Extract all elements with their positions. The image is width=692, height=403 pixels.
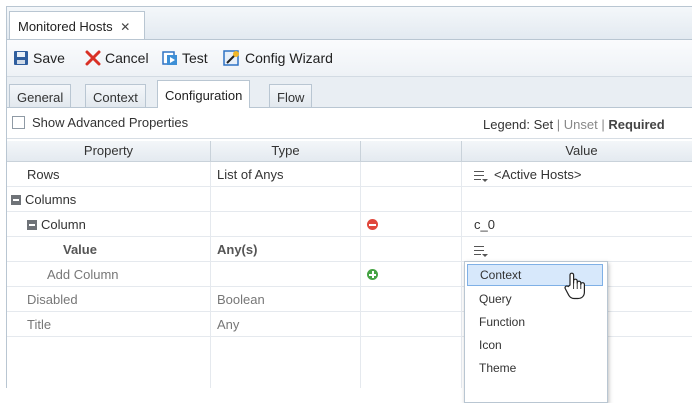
property-name: Add Column xyxy=(7,262,211,287)
editor-tab-strip: General Context Configuration Flow xyxy=(7,77,692,108)
tab-configuration[interactable]: Configuration xyxy=(157,80,251,108)
legend-prefix: Legend: xyxy=(483,117,530,132)
property-type: List of Anys xyxy=(211,162,361,187)
property-type: Boolean xyxy=(211,287,361,312)
legend-separator: | xyxy=(601,117,605,132)
legend-unset: Unset xyxy=(563,117,598,132)
value-cell[interactable] xyxy=(462,237,692,262)
tab-context[interactable]: Context xyxy=(85,84,146,107)
monitored-hosts-tab[interactable]: Monitored Hosts ✕ xyxy=(9,11,145,39)
collapse-icon[interactable] xyxy=(27,219,37,230)
table-row[interactable]: Columns xyxy=(7,187,692,212)
property-type: Any xyxy=(211,312,361,337)
tab-flow[interactable]: Flow xyxy=(269,84,313,107)
test-label: Test xyxy=(182,50,208,66)
row-action-cell xyxy=(361,187,462,212)
empty-cell xyxy=(361,337,462,388)
property-type xyxy=(211,187,361,212)
document-tab-bar: Monitored Hosts ✕ xyxy=(7,7,692,40)
save-label: Save xyxy=(33,50,65,66)
value-cell[interactable] xyxy=(462,187,692,212)
property-type xyxy=(211,212,361,237)
wizard-icon xyxy=(223,50,241,66)
empty-cell xyxy=(7,337,211,388)
grid-header: Property Type Value xyxy=(7,141,692,162)
config-wizard-button[interactable]: Config Wizard xyxy=(223,48,333,68)
property-name: Value xyxy=(7,237,211,262)
row-action-cell xyxy=(361,262,462,287)
legend-required: Required xyxy=(608,117,665,132)
save-button[interactable]: Save xyxy=(13,48,65,68)
value-source-menu-icon[interactable] xyxy=(474,245,488,257)
action-column-header xyxy=(361,141,462,161)
tab-title: Monitored Hosts xyxy=(18,19,113,34)
value-column-header[interactable]: Value xyxy=(462,141,692,161)
row-action-cell xyxy=(361,162,462,187)
row-action-cell xyxy=(361,237,462,262)
test-run-icon xyxy=(162,50,178,66)
row-action-cell xyxy=(361,287,462,312)
legend: Legend: Set | Unset | Required xyxy=(483,117,665,132)
property-name: Column xyxy=(41,217,86,232)
value-text: <Active Hosts> xyxy=(494,167,582,182)
value-cell[interactable]: c_0 xyxy=(462,212,692,237)
close-tab-icon[interactable]: ✕ xyxy=(120,20,130,34)
collapse-icon[interactable] xyxy=(11,194,21,205)
property-name: Rows xyxy=(7,162,211,187)
test-button[interactable]: Test xyxy=(162,48,208,68)
empty-cell xyxy=(211,337,361,388)
table-row[interactable]: Rows List of Anys <Active Hosts> xyxy=(7,162,692,187)
menu-item-theme[interactable]: Theme xyxy=(467,357,603,379)
show-advanced-checkbox[interactable] xyxy=(12,116,25,129)
row-action-cell xyxy=(361,312,462,337)
menu-item-icon[interactable]: Icon xyxy=(467,334,603,356)
table-row[interactable]: Value Any(s) xyxy=(7,237,692,262)
property-name-cell: Columns xyxy=(7,187,211,212)
add-column-icon[interactable] xyxy=(367,269,378,280)
property-name: Title xyxy=(7,312,211,337)
hand-pointer-cursor-icon xyxy=(564,272,585,300)
toolbar: Save Cancel Test Config Wizard xyxy=(7,40,692,77)
property-type xyxy=(211,262,361,287)
remove-column-icon[interactable] xyxy=(367,219,378,230)
legend-set: Set xyxy=(533,117,554,132)
value-cell[interactable]: <Active Hosts> xyxy=(462,162,692,187)
type-column-header[interactable]: Type xyxy=(211,141,361,161)
table-row[interactable]: Column c_0 xyxy=(7,212,692,237)
cancel-x-icon xyxy=(85,50,101,66)
menu-item-function[interactable]: Function xyxy=(467,311,603,333)
property-column-header[interactable]: Property xyxy=(7,141,211,161)
legend-separator: | xyxy=(556,117,561,132)
floppy-disk-icon xyxy=(13,50,29,66)
property-name: Columns xyxy=(25,192,77,207)
cancel-label: Cancel xyxy=(105,50,149,66)
row-action-cell xyxy=(361,212,462,237)
show-advanced-label[interactable]: Show Advanced Properties xyxy=(32,115,188,130)
value-source-menu-icon[interactable] xyxy=(474,170,488,182)
cancel-button[interactable]: Cancel xyxy=(85,48,149,68)
property-type: Any(s) xyxy=(211,237,361,262)
config-wizard-label: Config Wizard xyxy=(245,50,333,66)
tab-general[interactable]: General xyxy=(9,84,72,107)
properties-options-bar: Show Advanced Properties Legend: Set | U… xyxy=(7,108,692,139)
property-name-cell: Column xyxy=(7,212,211,237)
property-name: Disabled xyxy=(7,287,211,312)
